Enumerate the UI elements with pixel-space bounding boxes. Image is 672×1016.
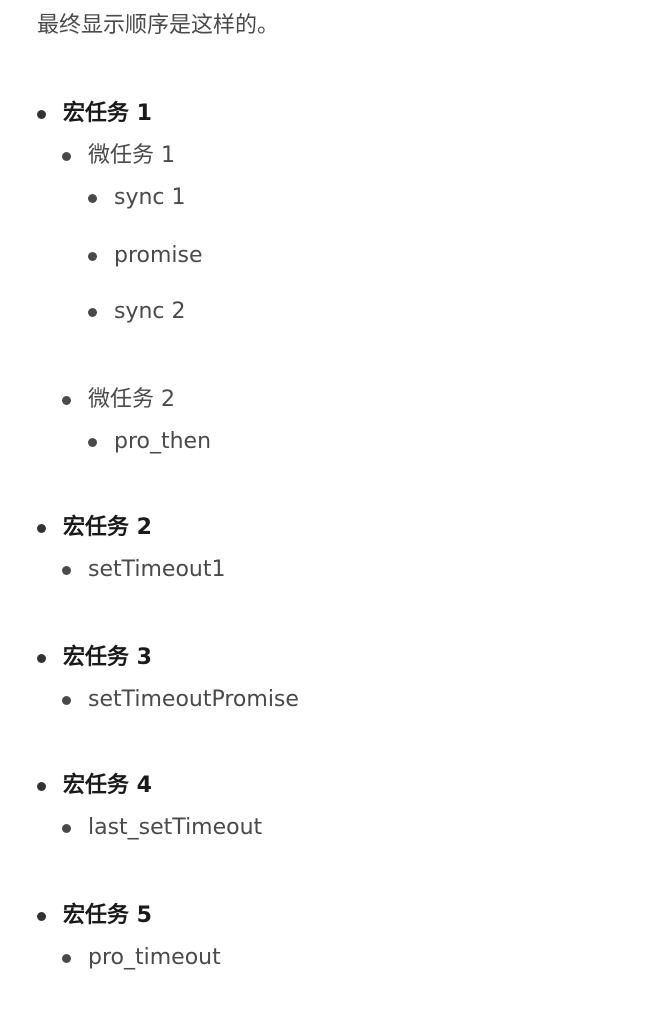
macro-task-label: 宏任务 5 [63, 903, 152, 928]
task-step-label: pro_timeout [88, 945, 221, 970]
macro-task-label: 宏任务 1 [63, 101, 152, 126]
macro-task-label: 宏任务 2 [63, 515, 152, 540]
task-step-label: setTimeout1 [88, 557, 226, 582]
document: 最终显示顺序是这样的。 宏任务 1 微任务 1 sync 1 promise s… [0, 0, 672, 1016]
bullet-icon [37, 912, 46, 921]
intro-paragraph: 最终显示顺序是这样的。 [37, 13, 280, 38]
bullet-icon [62, 696, 71, 705]
task-step-label: sync 2 [114, 299, 186, 324]
bullet-icon [62, 824, 71, 833]
bullet-icon [88, 308, 97, 317]
bullet-icon [62, 566, 71, 575]
bullet-icon [88, 438, 97, 447]
task-step-label: setTimeoutPromise [88, 687, 299, 712]
macro-task-label: 宏任务 4 [63, 773, 152, 798]
bullet-icon [62, 396, 71, 405]
bullet-icon [37, 110, 46, 119]
micro-task-label: 微任务 1 [88, 143, 175, 168]
task-step-label: last_setTimeout [88, 815, 263, 840]
bullet-icon [37, 782, 46, 791]
macro-task-label: 宏任务 3 [63, 645, 152, 670]
bullet-icon [37, 524, 46, 533]
bullet-icon [37, 654, 46, 663]
bullet-icon [62, 152, 71, 161]
micro-task-label: 微任务 2 [88, 387, 175, 412]
bullet-icon [62, 954, 71, 963]
task-step-label: promise [114, 243, 203, 268]
task-step-label: pro_then [114, 429, 212, 454]
bullet-icon [88, 252, 97, 261]
task-step-label: sync 1 [114, 185, 186, 210]
bullet-icon [88, 194, 97, 203]
